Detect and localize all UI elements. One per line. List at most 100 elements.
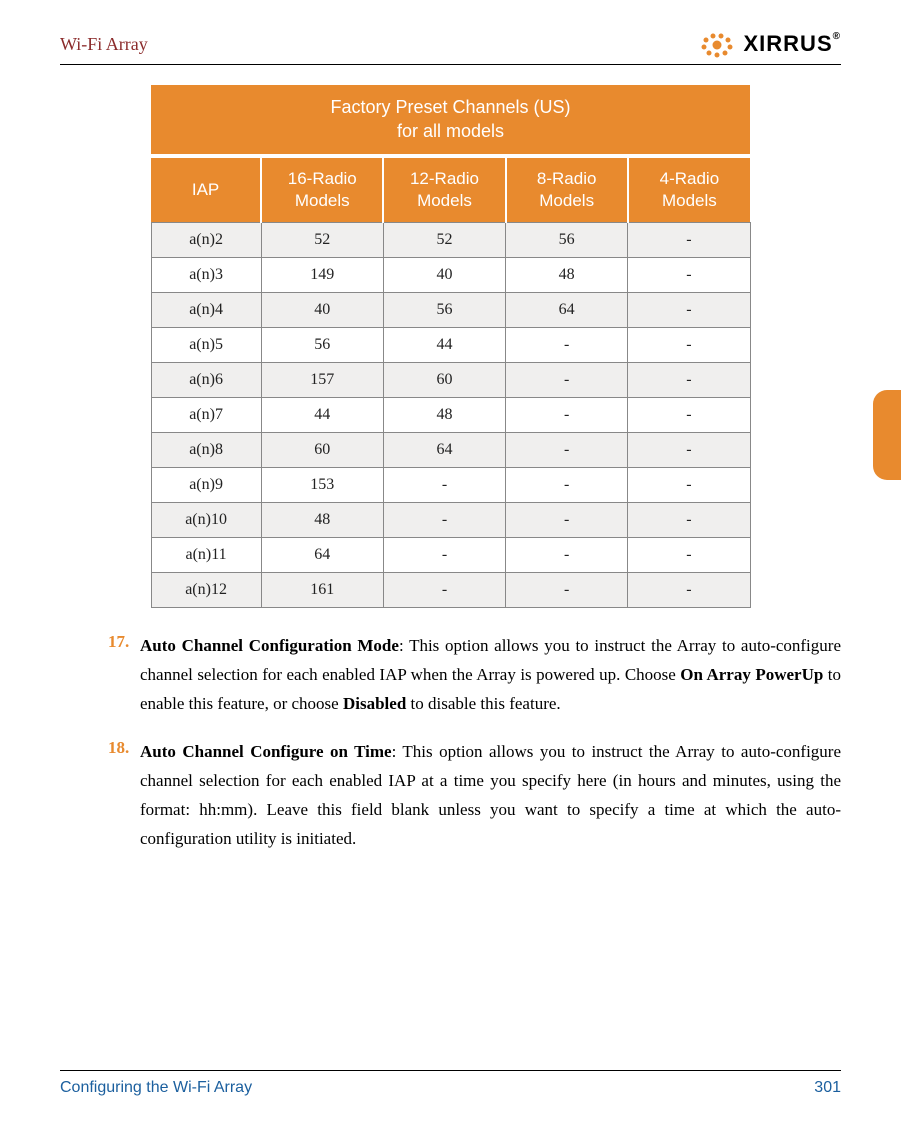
table-cell: 161: [261, 572, 383, 607]
table-row: a(n)86064--: [151, 432, 750, 467]
channel-table-wrap: Factory Preset Channels (US) for all mod…: [60, 85, 841, 608]
table-cell: -: [506, 362, 628, 397]
instruction-list: 17. Auto Channel Configuration Mode: Thi…: [60, 632, 841, 854]
table-cell: a(n)10: [151, 502, 261, 537]
table-cell: -: [383, 467, 505, 502]
table-cell: 60: [383, 362, 505, 397]
list-text-17: Auto Channel Configuration Mode: This op…: [140, 632, 841, 719]
page-footer: Configuring the Wi-Fi Array 301: [60, 1070, 841, 1097]
table-cell: 56: [383, 292, 505, 327]
logo-registered: ®: [833, 31, 841, 42]
table-cell: a(n)4: [151, 292, 261, 327]
table-cell: -: [628, 222, 750, 257]
table-cell: -: [628, 292, 750, 327]
table-cell: 48: [261, 502, 383, 537]
table-cell: 44: [261, 397, 383, 432]
list-number-18: 18.: [108, 738, 140, 854]
col-8radio-a: 8-Radio: [537, 169, 597, 188]
header-title: Wi-Fi Array: [60, 34, 148, 55]
table-cell: -: [383, 502, 505, 537]
table-cell: -: [628, 257, 750, 292]
brand-logo: XIRRUS®: [696, 30, 842, 58]
item17-heading: Auto Channel Configuration Mode: [140, 636, 399, 655]
col-16radio: 16-Radio Models: [261, 156, 383, 223]
col-8radio: 8-Radio Models: [506, 156, 628, 223]
table-cell: -: [506, 502, 628, 537]
table-row: a(n)615760--: [151, 362, 750, 397]
table-cell: 56: [506, 222, 628, 257]
table-cell: 40: [383, 257, 505, 292]
table-cell: -: [628, 467, 750, 502]
table-cell: a(n)12: [151, 572, 261, 607]
list-item-18: 18. Auto Channel Configure on Time: This…: [108, 738, 841, 854]
table-cell: 52: [261, 222, 383, 257]
table-cell: -: [628, 397, 750, 432]
page-header: Wi-Fi Array XIRRUS®: [60, 30, 841, 65]
col-16radio-b: Models: [295, 191, 350, 210]
table-row: a(n)12161---: [151, 572, 750, 607]
item17-part-f: to disable this feature.: [406, 694, 560, 713]
xirrus-logo-icon: [696, 30, 738, 58]
table-cell: 153: [261, 467, 383, 502]
table-cell: a(n)9: [151, 467, 261, 502]
logo-text: XIRRUS: [744, 31, 833, 56]
table-cell: -: [383, 537, 505, 572]
col-8radio-b: Models: [539, 191, 594, 210]
footer-section: Configuring the Wi-Fi Array: [60, 1079, 252, 1097]
table-cell: 48: [383, 397, 505, 432]
col-12radio-b: Models: [417, 191, 472, 210]
table-cell: 64: [506, 292, 628, 327]
table-cell: a(n)8: [151, 432, 261, 467]
table-row: a(n)74448--: [151, 397, 750, 432]
table-row: a(n)31494048-: [151, 257, 750, 292]
table-cell: -: [628, 327, 750, 362]
table-cell: 48: [506, 257, 628, 292]
footer-page-number: 301: [814, 1079, 841, 1097]
brand-logo-text: XIRRUS®: [744, 31, 842, 57]
table-cell: 64: [383, 432, 505, 467]
table-cell: a(n)2: [151, 222, 261, 257]
list-number-17: 17.: [108, 632, 140, 719]
table-cell: a(n)3: [151, 257, 261, 292]
table-cell: -: [628, 502, 750, 537]
table-row: a(n)1048---: [151, 502, 750, 537]
table-cell: -: [506, 467, 628, 502]
list-item-17: 17. Auto Channel Configuration Mode: Thi…: [108, 632, 841, 719]
factory-preset-channels-table: Factory Preset Channels (US) for all mod…: [151, 85, 751, 608]
table-cell: 157: [261, 362, 383, 397]
table-row: a(n)55644--: [151, 327, 750, 362]
table-cell: a(n)6: [151, 362, 261, 397]
table-cell: -: [506, 572, 628, 607]
table-cell: -: [383, 572, 505, 607]
table-title-line2: for all models: [397, 121, 504, 141]
col-12radio-a: 12-Radio: [410, 169, 479, 188]
table-title-line1: Factory Preset Channels (US): [330, 97, 570, 117]
table-cell: -: [506, 397, 628, 432]
col-4radio-b: Models: [662, 191, 717, 210]
table-cell: a(n)11: [151, 537, 261, 572]
table-title-row: Factory Preset Channels (US) for all mod…: [151, 85, 750, 156]
table-cell: 149: [261, 257, 383, 292]
col-4radio-a: 4-Radio: [660, 169, 720, 188]
col-4radio: 4-Radio Models: [628, 156, 750, 223]
table-cell: 60: [261, 432, 383, 467]
section-side-tab: [873, 390, 901, 480]
table-cell: 52: [383, 222, 505, 257]
table-cell: -: [506, 432, 628, 467]
table-cell: -: [628, 537, 750, 572]
table-cell: 64: [261, 537, 383, 572]
col-16radio-a: 16-Radio: [288, 169, 357, 188]
table-cell: -: [506, 327, 628, 362]
table-cell: a(n)5: [151, 327, 261, 362]
table-row: a(n)4405664-: [151, 292, 750, 327]
table-cell: 56: [261, 327, 383, 362]
table-body: a(n)2525256-a(n)31494048-a(n)4405664-a(n…: [151, 222, 750, 607]
list-text-18: Auto Channel Configure on Time: This opt…: [140, 738, 841, 854]
table-row: a(n)2525256-: [151, 222, 750, 257]
table-row: a(n)9153---: [151, 467, 750, 502]
table-column-header-row: IAP 16-Radio Models 12-Radio Models 8-Ra…: [151, 156, 750, 223]
table-cell: a(n)7: [151, 397, 261, 432]
item17-option2: Disabled: [343, 694, 406, 713]
table-cell: 40: [261, 292, 383, 327]
table-cell: 44: [383, 327, 505, 362]
